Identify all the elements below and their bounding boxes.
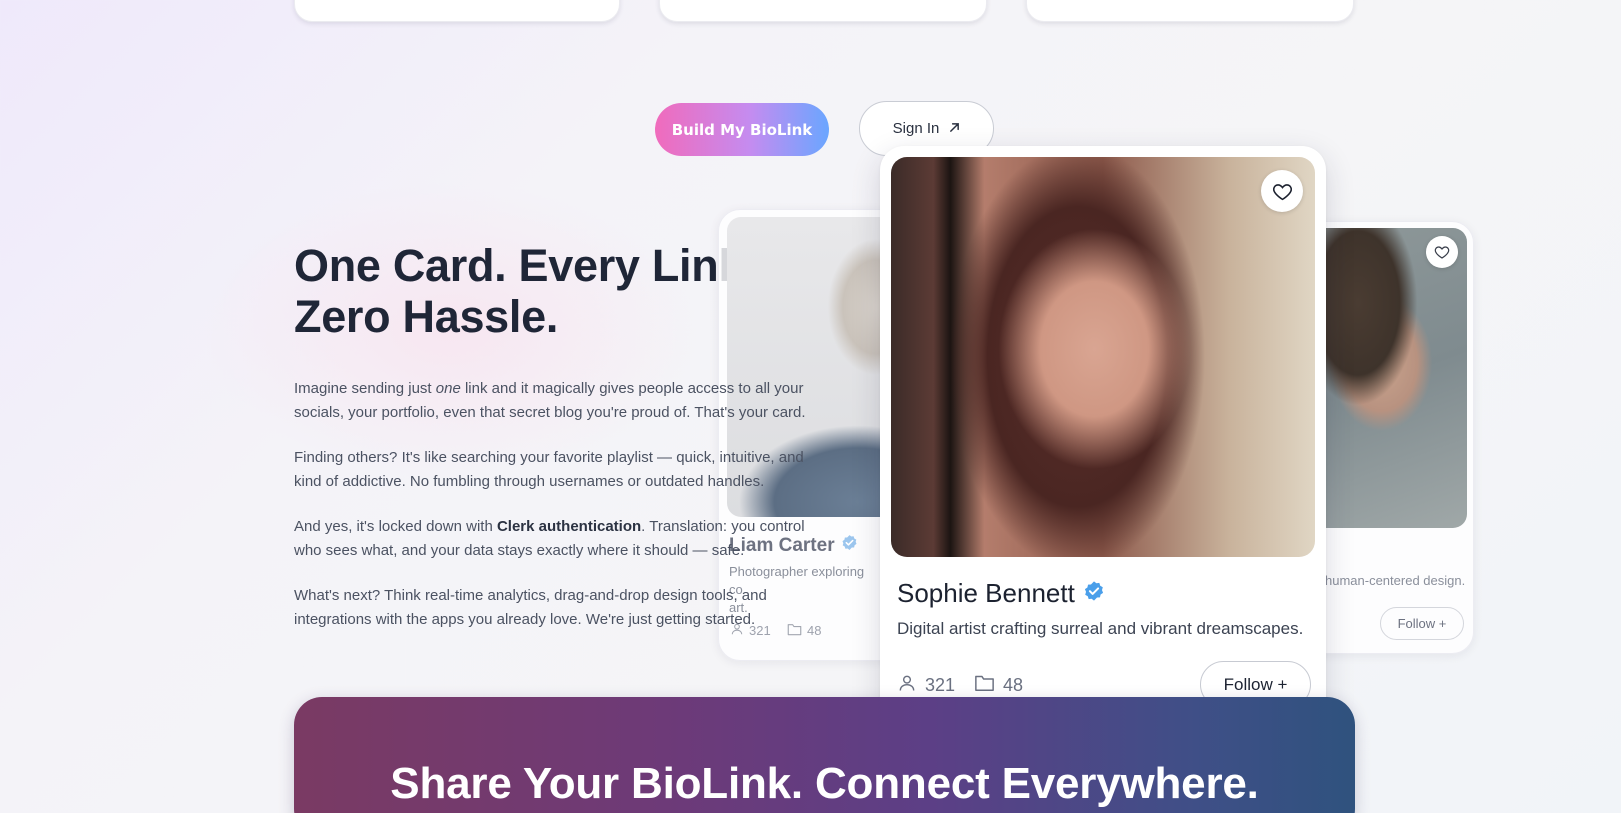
liam-projects: 48: [787, 622, 821, 639]
sophie-photo: [891, 157, 1315, 557]
paragraph-2: Finding others? It's like searching your…: [294, 449, 804, 490]
arrow-up-right-icon: [949, 121, 960, 136]
p3-part-a: And yes, it's locked down with: [294, 518, 497, 535]
p1-emphasis: one: [435, 380, 461, 397]
paragraph-3: And yes, it's locked down with Clerk aut…: [294, 515, 809, 563]
headline-line-1: One Card. Every Link.: [294, 240, 756, 291]
profile-photo-right: [1311, 228, 1467, 528]
p1-part-a: Imagine sending just: [294, 380, 436, 397]
folder-icon: [974, 673, 995, 697]
sophie-projects: 48: [974, 673, 1023, 697]
verified-icon: [1083, 578, 1105, 609]
folder-icon: [787, 622, 802, 639]
sophie-followers: 321: [897, 673, 955, 698]
sophie-name-text: Sophie Bennett: [897, 578, 1075, 608]
paragraph-1: Imagine sending just one link and it mag…: [294, 377, 854, 425]
p3-strong: Clerk authentication: [496, 518, 642, 535]
paragraph-4: What's next? Think real-time analytics, …: [294, 587, 767, 628]
right-follow-button[interactable]: Follow +: [1380, 607, 1464, 640]
cta-banner: Share Your BioLink. Connect Everywhere.: [294, 697, 1355, 813]
hero-headline: One Card. Every Link. Zero Hassle.: [294, 240, 756, 342]
sophie-bio: Digital artist crafting surreal and vibr…: [897, 619, 1304, 638]
right-card-bio: human-centered design.: [1325, 573, 1466, 588]
sophie-name: Sophie Bennett: [897, 578, 1105, 609]
sophie-followers-count: 321: [925, 675, 956, 695]
feature-card-2: [659, 0, 987, 22]
heart-icon[interactable]: [1426, 236, 1458, 268]
banner-title: Share Your BioLink. Connect Everywhere.: [390, 759, 1259, 808]
sophie-projects-count: 48: [1003, 674, 1024, 695]
profile-card-sophie[interactable]: Sophie Bennett Digital artist crafting s…: [880, 146, 1326, 728]
user-icon: [897, 673, 917, 698]
liam-projects-count: 48: [807, 623, 822, 638]
headline-line-2: Zero Hassle.: [294, 291, 559, 342]
feature-card-3: [1026, 0, 1354, 22]
verified-icon: [841, 534, 858, 557]
sign-in-label: Sign In: [892, 120, 940, 137]
right-follow-label: Follow +: [1397, 616, 1447, 631]
build-biolink-button[interactable]: Build My BioLink: [655, 103, 829, 156]
feature-card-1: [294, 0, 620, 22]
heart-icon[interactable]: [1261, 170, 1303, 212]
profile-card-right[interactable]: human-centered design. Follow +: [1300, 221, 1474, 654]
